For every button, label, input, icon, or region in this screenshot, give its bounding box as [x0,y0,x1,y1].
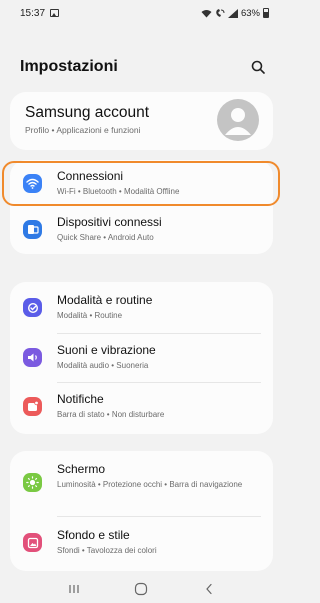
battery-icon [263,8,269,18]
gallery-notification-icon [50,9,60,17]
devices-icon [23,220,42,239]
settings-item-subtitle: Modalità • Routine [57,311,123,320]
sound-icon [23,348,42,367]
settings-item-subtitle: Wi-Fi • Bluetooth • Modalità Offline [57,187,180,196]
settings-item-suoni-vibrazione[interactable]: Suoni e vibrazione Modalità audio • Suon… [10,338,273,378]
status-left: 15:37 [20,7,60,19]
battery-percent: 63% [240,7,260,19]
search-button[interactable] [247,56,269,78]
status-right: 63% [201,8,269,19]
status-bar: 15:37 63% [0,0,283,26]
divider [57,516,261,517]
settings-item-title: Schermo [57,462,106,476]
settings-item-connessioni[interactable]: Connessioni Wi-Fi • Bluetooth • Modalità… [10,164,273,204]
settings-item-subtitle: Quick Share • Android Auto [57,233,154,242]
settings-item-modalita-routine[interactable]: Modalità e routine Modalità • Routine [10,288,273,328]
settings-item-subtitle: Barra di stato • Non disturbare [57,410,165,419]
status-time: 15:37 [20,7,46,19]
settings-item-title: Connessioni [57,169,124,183]
brightness-icon [23,473,42,492]
avatar[interactable] [217,99,259,141]
wifi-icon [23,174,42,193]
settings-item-dispositivi-connessi[interactable]: Dispositivi connessi Quick Share • Andro… [10,210,273,250]
routine-icon [23,298,42,317]
settings-item-title: Modalità e routine [57,293,153,307]
settings-item-title: Notifiche [57,392,104,406]
samsung-account-card[interactable]: Samsung account Profilo • Applicazioni e… [10,92,273,150]
settings-item-title: Suoni e vibrazione [57,343,156,357]
settings-item-title: Dispositivi connessi [57,215,162,229]
wallpaper-icon [23,533,42,552]
account-subtitle: Profilo • Applicazioni e funzioni [25,125,141,135]
navigation-bar [0,574,283,603]
settings-item-schermo[interactable]: Schermo Luminosità • Protezione occhi • … [10,457,273,509]
settings-item-subtitle: Sfondi • Tavolozza dei colori [57,546,157,555]
wifi-status-icon [201,9,212,17]
divider [57,333,261,334]
account-title: Samsung account [25,104,150,121]
settings-group-modes: Modalità e routine Modalità • Routine Su… [10,282,273,434]
home-button[interactable] [126,579,156,599]
settings-item-notifiche[interactable]: Notifiche Barra di stato • Non disturbar… [10,387,273,427]
settings-item-sfondo-stile[interactable]: Sfondo e stile Sfondi • Tavolozza dei co… [10,523,273,563]
settings-item-title: Sfondo e stile [57,528,130,542]
back-button[interactable] [194,579,224,599]
recents-icon [69,584,79,593]
page-title: Impostazioni [20,58,118,75]
call-wifi-icon [216,8,225,17]
settings-group-display: Schermo Luminosità • Protezione occhi • … [10,451,273,571]
home-icon [135,582,148,595]
header: Impostazioni [0,52,283,82]
settings-item-subtitle: Modalità audio • Suoneria [57,361,149,370]
search-icon [251,60,265,74]
settings-item-subtitle: Luminosità • Protezione occhi • Barra di… [57,480,243,489]
signal-icon [227,8,238,18]
recents-button[interactable] [59,579,89,599]
back-icon [206,583,212,594]
divider [57,382,261,383]
person-icon [225,108,251,135]
settings-group-connections: Connessioni Wi-Fi • Bluetooth • Modalità… [10,160,273,254]
notification-icon [23,397,42,416]
